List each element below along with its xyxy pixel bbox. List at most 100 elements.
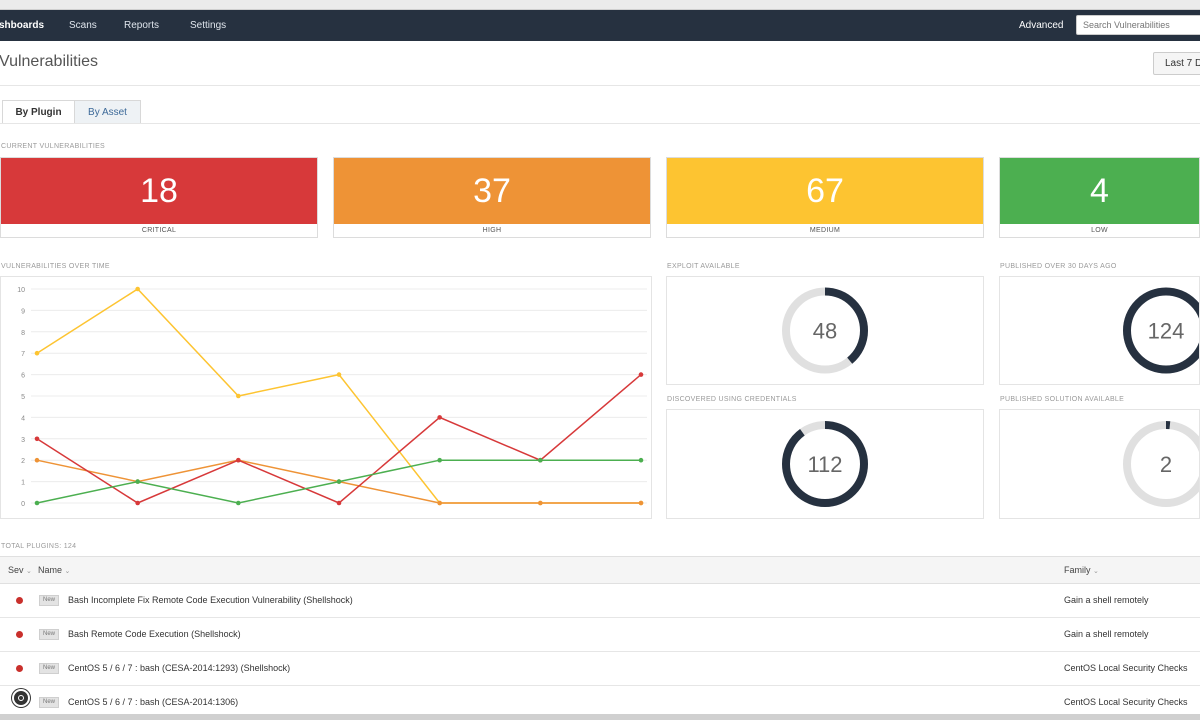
plugin-name: CentOS 5 / 6 / 7 : bash (CESA-2014:1293)… <box>68 663 291 673</box>
series-point[interactable] <box>336 500 342 506</box>
stat-low[interactable]: 4 LOW <box>999 157 1200 238</box>
vulnerabilities-over-time-chart: 0 1 2 3 4 5 6 7 8 9 10 <box>17 286 647 508</box>
stat-critical-label: CRITICAL <box>141 227 177 234</box>
series-point[interactable] <box>336 372 342 377</box>
critical-severity-icon <box>16 665 23 672</box>
window-top-border <box>0 0 1200 10</box>
nav-scans[interactable]: Scans <box>69 10 97 41</box>
cursor-icon <box>12 689 30 707</box>
published-solution-available-panel[interactable]: 2 <box>999 409 1200 519</box>
published-solution-available-title: PUBLISHED SOLUTION AVAILABLE <box>1000 396 1125 403</box>
new-badge: New <box>39 629 59 640</box>
series-point[interactable] <box>34 457 40 463</box>
series-point[interactable] <box>34 500 40 506</box>
stat-medium-label: MEDIUM <box>809 227 841 234</box>
stat-critical[interactable]: 18 CRITICAL <box>0 157 318 238</box>
discovered-using-credentials-panel[interactable]: 112 <box>666 409 984 519</box>
donut-value: 48 <box>813 319 837 344</box>
y-tick-label: 0 <box>21 501 25 508</box>
donut-value: 112 <box>807 452 842 477</box>
discovered-using-credentials-donut: 112 <box>782 421 868 507</box>
y-tick-label: 4 <box>21 415 25 422</box>
top-navbar: shboards Scans Reports Settings Advanced <box>0 10 1200 41</box>
date-range-button[interactable]: Last 7 D <box>1153 52 1200 75</box>
published-solution-available-donut: 2 <box>1123 421 1200 507</box>
total-plugins-label: TOTAL PLUGINS: 124 <box>1 543 77 550</box>
series-point[interactable] <box>638 500 644 506</box>
series-point[interactable] <box>437 500 442 506</box>
series-point[interactable] <box>135 479 140 484</box>
series-point[interactable] <box>638 372 644 377</box>
new-badge: New <box>39 595 59 606</box>
y-tick-label: 1 <box>21 480 25 487</box>
y-tick-label: 10 <box>17 287 25 294</box>
y-tick-label: 2 <box>21 458 25 465</box>
sev-column-header[interactable]: Sev ⌄ <box>8 557 32 585</box>
series-point[interactable] <box>437 415 442 420</box>
y-tick-label: 7 <box>21 351 25 358</box>
series-point[interactable] <box>236 500 241 506</box>
tabs-divider <box>0 123 1200 124</box>
published-over-30-days-title: PUBLISHED OVER 30 DAYS AGO <box>1000 263 1117 270</box>
series-point[interactable] <box>135 286 140 292</box>
sort-icon: ⌄ <box>64 568 71 575</box>
plugin-family: Gain a shell remotely <box>1064 629 1149 639</box>
discovered-using-credentials-title: DISCOVERED USING CREDENTIALS <box>667 396 797 403</box>
series-point[interactable] <box>336 479 342 484</box>
series-point[interactable] <box>34 350 40 356</box>
plugin-name: Bash Incomplete Fix Remote Code Executio… <box>68 595 353 605</box>
series-point[interactable] <box>538 500 543 506</box>
stat-critical-value: 18 <box>1 158 317 224</box>
series-point[interactable] <box>236 457 241 463</box>
stat-high[interactable]: 37 HIGH <box>333 157 651 238</box>
page-title: Vulnerabilities <box>0 53 99 70</box>
tab-by-asset[interactable]: By Asset <box>75 100 141 124</box>
donut-value: 2 <box>1160 452 1172 477</box>
table-header: Sev ⌄ Name ⌄ Family ⌄ <box>0 556 1200 584</box>
new-badge: New <box>39 663 59 674</box>
stat-low-label: LOW <box>1091 227 1108 234</box>
current-vulnerabilities-label: CURRENT VULNERABILITIES <box>1 143 106 150</box>
chart-panel: 0 1 2 3 4 5 6 7 8 9 10 <box>0 276 652 519</box>
y-tick-label: 6 <box>21 373 25 380</box>
series-point[interactable] <box>538 457 543 463</box>
tab-by-plugin[interactable]: By Plugin <box>2 100 75 124</box>
published-over-30-days-panel[interactable]: 124 <box>999 276 1200 385</box>
series-point[interactable] <box>34 436 40 442</box>
published-over-30-days-donut: 124 <box>1123 287 1200 374</box>
nav-settings[interactable]: Settings <box>190 10 226 41</box>
name-header-label: Name <box>38 565 63 575</box>
exploit-available-title: EXPLOIT AVAILABLE <box>667 263 740 270</box>
donut-value: 124 <box>1148 319 1185 344</box>
critical-severity-icon <box>16 631 23 638</box>
series-point[interactable] <box>135 500 140 506</box>
plugin-family: CentOS Local Security Checks <box>1064 663 1188 673</box>
series-point[interactable] <box>638 457 644 463</box>
critical-severity-icon <box>16 597 23 604</box>
table-row[interactable]: New Bash Remote Code Execution (Shellsho… <box>0 618 1200 652</box>
family-header-label: Family <box>1064 565 1091 575</box>
stat-high-value: 37 <box>334 158 650 224</box>
exploit-available-panel[interactable]: 48 <box>666 276 984 385</box>
table-row[interactable]: New CentOS 5 / 6 / 7 : bash (CESA-2014:1… <box>0 652 1200 686</box>
nav-reports[interactable]: Reports <box>124 10 159 41</box>
window-bottom-border <box>0 714 1200 720</box>
exploit-available-donut: 48 <box>782 287 868 374</box>
stat-medium-value: 67 <box>667 158 983 224</box>
search-input[interactable] <box>1076 15 1200 35</box>
y-tick-label: 3 <box>21 437 25 444</box>
family-column-header[interactable]: Family ⌄ <box>1064 557 1099 585</box>
sev-header-label: Sev <box>8 565 24 575</box>
new-badge: New <box>39 697 59 708</box>
series-point[interactable] <box>236 393 241 399</box>
stat-medium[interactable]: 67 MEDIUM <box>666 157 984 238</box>
sort-icon: ⌄ <box>1093 568 1099 575</box>
sort-icon: ⌄ <box>26 568 32 575</box>
series-point[interactable] <box>437 457 442 463</box>
header-divider <box>0 85 1200 86</box>
plugin-name: Bash Remote Code Execution (Shellshock) <box>68 629 241 639</box>
table-row[interactable]: New Bash Incomplete Fix Remote Code Exec… <box>0 584 1200 618</box>
name-column-header[interactable]: Name ⌄ <box>38 557 70 585</box>
nav-dashboards[interactable]: shboards <box>0 10 44 41</box>
advanced-search-link[interactable]: Advanced <box>1019 10 1063 41</box>
